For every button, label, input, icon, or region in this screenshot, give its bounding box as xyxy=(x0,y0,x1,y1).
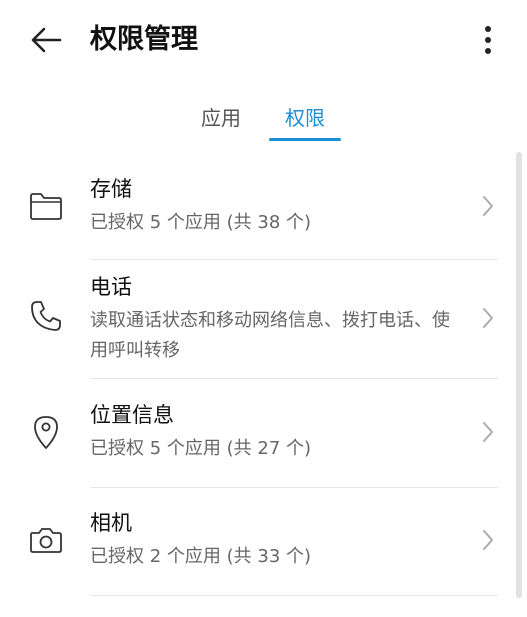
folder-icon xyxy=(28,188,64,224)
arrow-left-icon xyxy=(31,27,62,53)
list-divider xyxy=(90,595,498,596)
tab-bar: 应用 权限 xyxy=(0,98,527,144)
location-pin-icon xyxy=(28,414,64,450)
more-vertical-icon xyxy=(485,26,491,54)
tab-permissions[interactable]: 权限 xyxy=(270,98,340,138)
header-bar: 权限管理 xyxy=(0,0,527,84)
chevron-right-icon xyxy=(478,304,498,332)
permission-description: 已授权 2 个应用 (共 33 个) xyxy=(90,546,312,567)
chevron-right-icon xyxy=(478,526,498,554)
permission-title: 电话 xyxy=(90,275,132,299)
camera-icon xyxy=(28,522,64,558)
scrollbar[interactable] xyxy=(516,152,522,598)
tab-apps[interactable]: 应用 xyxy=(190,98,252,138)
chevron-right-icon xyxy=(478,418,498,446)
more-options-button[interactable] xyxy=(472,20,504,60)
chevron-right-icon xyxy=(478,192,498,220)
permission-title: 位置信息 xyxy=(90,403,174,427)
permission-management-screen: 权限管理 应用 权限 存储 已授权 5 个应用 (共 38 个) 电话 读取通话… xyxy=(0,0,527,617)
list-divider xyxy=(90,259,498,260)
permission-item-storage[interactable]: 存储 已授权 5 个应用 (共 38 个) xyxy=(0,170,510,260)
permission-description: 已授权 5 个应用 (共 27 个) xyxy=(90,438,312,459)
permission-item-phone[interactable]: 电话 读取通话状态和移动网络信息、拨打电话、使用呼叫转移 xyxy=(0,272,510,376)
permission-title: 相机 xyxy=(90,511,132,535)
back-button[interactable] xyxy=(26,22,66,58)
list-divider xyxy=(90,487,498,488)
permission-description: 读取通话状态和移动网络信息、拨打电话、使用呼叫转移 xyxy=(90,310,450,361)
page-title: 权限管理 xyxy=(90,24,198,55)
list-divider xyxy=(90,378,498,379)
phone-icon xyxy=(28,298,64,334)
permission-item-camera[interactable]: 相机 已授权 2 个应用 (共 33 个) xyxy=(0,508,510,592)
permission-title: 存储 xyxy=(90,177,132,201)
permission-item-location[interactable]: 位置信息 已授权 5 个应用 (共 27 个) xyxy=(0,400,510,484)
permission-description: 已授权 5 个应用 (共 38 个) xyxy=(90,212,312,233)
active-tab-indicator xyxy=(269,138,341,141)
